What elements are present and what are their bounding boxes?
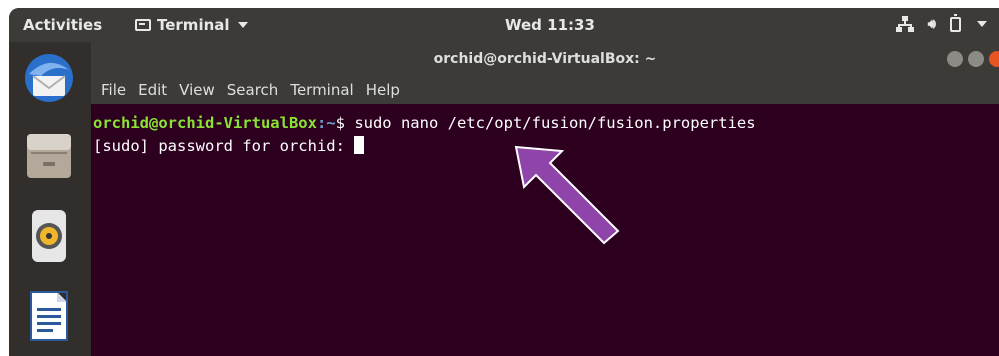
command-line: orchid@orchid-VirtualBox:~$ sudo nano /e… [93,112,999,135]
command-text: sudo nano /etc/opt/fusion/fusion.propert… [354,114,756,132]
maximize-icon[interactable] [968,51,984,67]
top-bar: Activities Terminal Wed 11:33 🔊︎ [9,8,999,42]
password-prompt: [sudo] password for orchid: [93,137,355,155]
thunderbird-icon[interactable] [19,48,79,108]
window-title: orchid@orchid-VirtualBox: ~ [433,51,657,67]
tray-chevron-down-icon [977,21,987,27]
dock [9,42,91,356]
window-controls [947,51,999,67]
close-icon[interactable] [989,51,999,67]
desktop: Activities Terminal Wed 11:33 🔊︎ orchid@… [9,8,999,356]
writer-icon[interactable] [19,286,79,346]
clock[interactable]: Wed 11:33 [505,16,595,34]
files-icon[interactable] [19,126,79,186]
prompt-user: orchid@orchid-VirtualBox [93,114,317,132]
menu-search[interactable]: Search [227,81,279,99]
app-menu[interactable]: Terminal [135,16,248,34]
minimize-icon[interactable] [947,51,963,67]
menu-edit[interactable]: Edit [138,81,167,99]
battery-icon [950,13,961,32]
system-tray[interactable]: 🔊︎ [895,13,987,32]
menu-file[interactable]: File [101,81,126,99]
text-cursor [354,136,365,154]
menu-terminal[interactable]: Terminal [290,81,353,99]
window-titlebar[interactable]: orchid@orchid-VirtualBox: ~ [91,42,999,76]
activities-button[interactable]: Activities [23,16,102,34]
prompt-path: :~ [316,114,336,132]
terminal-icon [135,19,151,31]
menu-help[interactable]: Help [366,81,400,99]
volume-icon: 🔊︎ [927,16,936,32]
app-menu-label: Terminal [157,16,230,34]
menu-bar: File Edit View Search Terminal Help [91,76,999,104]
rhythmbox-icon[interactable] [19,206,79,266]
menu-view[interactable]: View [179,81,215,99]
network-icon [895,16,914,32]
prompt-symbol: $ [335,114,355,132]
annotation-arrow-icon [514,145,620,245]
chevron-down-icon [237,22,248,28]
